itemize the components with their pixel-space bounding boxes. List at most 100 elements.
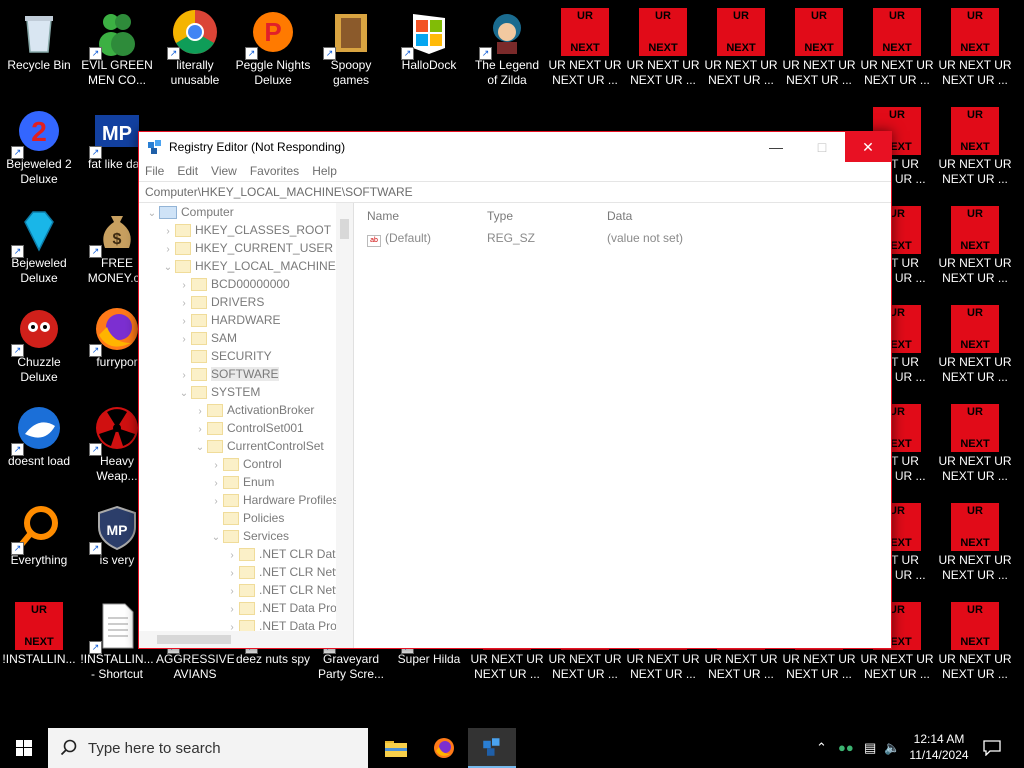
desktop-icon[interactable]: P ↗ Peggle Nights Deluxe: [234, 0, 312, 98]
desktop-icon[interactable]: 2 ↗ Bejeweled 2 Deluxe: [0, 99, 78, 197]
tree-node[interactable]: ⌄ CurrentControlSet: [193, 439, 324, 457]
tree-node[interactable]: SECURITY: [177, 349, 272, 367]
chevron-down-icon[interactable]: ⌄: [193, 442, 207, 453]
title-bar[interactable]: Registry Editor (Not Responding) — □ ✕: [139, 132, 891, 162]
tree-node[interactable]: › .NET Data Prov: [225, 601, 343, 619]
column-header-name[interactable]: Name: [367, 209, 399, 223]
tree-vertical-scrollbar[interactable]: [336, 203, 353, 631]
desktop-icon[interactable]: Recycle Bin: [0, 0, 78, 98]
tree-node[interactable]: › HARDWARE: [177, 313, 281, 331]
chevron-right-icon[interactable]: ›: [177, 316, 191, 327]
desktop-icon[interactable]: ↗ doesnt load: [0, 396, 78, 494]
scrollbar-thumb[interactable]: [157, 635, 231, 644]
close-button[interactable]: ✕: [845, 132, 891, 162]
desktop-icon[interactable]: UR NEXT UR NEXT UR NEXT UR ...: [624, 0, 702, 98]
minimize-button[interactable]: —: [753, 132, 799, 162]
tree-node[interactable]: › SAM: [177, 331, 237, 349]
tree-node[interactable]: › .NET CLR Netw: [225, 565, 344, 583]
chevron-right-icon[interactable]: ›: [177, 334, 191, 345]
tree-node[interactable]: › ControlSet001: [193, 421, 304, 439]
desktop-icon[interactable]: ↗ The Legend of Zilda: [468, 0, 546, 98]
desktop-icon[interactable]: UR NEXT UR NEXT UR NEXT UR ...: [936, 594, 1014, 692]
column-header-data[interactable]: Data: [607, 209, 632, 223]
tree-node[interactable]: › HKEY_CLASSES_ROOT: [161, 223, 331, 241]
tree-node[interactable]: › SOFTWARE: [177, 367, 279, 385]
tree-node[interactable]: ⌄ Computer: [145, 205, 234, 223]
desktop-icon[interactable]: ↗ literally unusable: [156, 0, 234, 98]
scrollbar-thumb[interactable]: [340, 219, 349, 239]
menu-item-help[interactable]: Help: [312, 162, 337, 181]
tree-node[interactable]: › .NET CLR Data: [225, 547, 342, 565]
desktop-icon[interactable]: UR NEXT UR NEXT UR NEXT UR ...: [702, 0, 780, 98]
desktop-icon[interactable]: UR NEXT UR NEXT UR NEXT UR ...: [858, 0, 936, 98]
menu-item-view[interactable]: View: [211, 162, 237, 181]
desktop-icon[interactable]: ↗ EVIL GREEN MEN CO...: [78, 0, 156, 98]
network-icon[interactable]: ▤: [864, 740, 876, 756]
tree-node[interactable]: › BCD00000000: [177, 277, 290, 295]
tree-node[interactable]: › Hardware Profiles: [209, 493, 338, 511]
chevron-right-icon[interactable]: ›: [161, 244, 175, 255]
file-explorer-taskbar-button[interactable]: [372, 728, 420, 768]
desktop-icon[interactable]: ↗ Chuzzle Deluxe: [0, 297, 78, 395]
notification-icon[interactable]: [983, 740, 1001, 756]
firefox-taskbar-button[interactable]: [420, 728, 468, 768]
tree-node[interactable]: › .NET CLR Netw: [225, 583, 344, 601]
chevron-down-icon[interactable]: ⌄: [145, 208, 159, 219]
menu-item-file[interactable]: File: [145, 162, 164, 181]
chevron-right-icon[interactable]: ›: [177, 370, 191, 381]
chevron-right-icon[interactable]: ›: [193, 424, 207, 435]
chevron-up-icon[interactable]: ⌃: [816, 740, 827, 756]
tree-node[interactable]: › ActivationBroker: [193, 403, 314, 421]
chevron-right-icon[interactable]: ›: [161, 226, 175, 237]
tree-node[interactable]: ⌄ Services: [209, 529, 289, 547]
registry-editor-taskbar-button[interactable]: [468, 728, 516, 768]
chevron-right-icon[interactable]: ›: [225, 604, 239, 615]
desktop-icon[interactable]: ↗ Spoopy games: [312, 0, 390, 98]
desktop-icon[interactable]: UR NEXT UR NEXT UR NEXT UR ...: [936, 0, 1014, 98]
taskbar-search-box[interactable]: Type here to search: [48, 728, 368, 768]
chevron-down-icon[interactable]: ⌄: [161, 262, 175, 273]
chevron-right-icon[interactable]: ›: [225, 586, 239, 597]
tree-node[interactable]: › Control: [209, 457, 282, 475]
desktop-icon[interactable]: UR NEXT UR NEXT UR NEXT UR ...: [780, 0, 858, 98]
start-button[interactable]: [0, 728, 48, 768]
desktop-icon[interactable]: ↗ Everything: [0, 495, 78, 593]
desktop-icon[interactable]: UR NEXT UR NEXT UR NEXT UR ...: [936, 495, 1014, 593]
menu-item-edit[interactable]: Edit: [177, 162, 198, 181]
system-clock[interactable]: 12:14 AM 11/14/2024: [904, 731, 974, 763]
chevron-right-icon[interactable]: ›: [177, 280, 191, 291]
tree-node[interactable]: › DRIVERS: [177, 295, 264, 313]
key-tree-pane[interactable]: › .NET Data Prov › .NET Data Prov › .NET CLR …: [139, 203, 354, 648]
chevron-right-icon[interactable]: ›: [209, 478, 223, 489]
tree-node[interactable]: › HKEY_CURRENT_USER: [161, 241, 333, 259]
chevron-down-icon[interactable]: ⌄: [177, 388, 191, 399]
chevron-right-icon[interactable]: ›: [177, 298, 191, 309]
menu-item-favorites[interactable]: Favorites: [250, 162, 299, 181]
chevron-right-icon[interactable]: ›: [209, 460, 223, 471]
column-header-type[interactable]: Type: [487, 209, 513, 223]
maximize-button[interactable]: □: [799, 132, 845, 162]
tree-node[interactable]: Policies: [209, 511, 284, 529]
desktop-icon[interactable]: UR NEXT UR NEXT UR NEXT UR ...: [546, 0, 624, 98]
chevron-right-icon[interactable]: ›: [209, 496, 223, 507]
desktop-icon[interactable]: UR NEXT UR NEXT UR NEXT UR ...: [936, 297, 1014, 395]
desktop-icon[interactable]: UR NEXT UR NEXT UR NEXT UR ...: [936, 198, 1014, 296]
desktop-icon[interactable]: ↗ Bejeweled Deluxe: [0, 198, 78, 296]
people-icon[interactable]: ●●: [838, 740, 854, 755]
desktop-icon[interactable]: ↗ HalloDock: [390, 0, 468, 98]
chevron-right-icon[interactable]: ›: [225, 568, 239, 579]
tree-node[interactable]: › Enum: [209, 475, 274, 493]
chevron-right-icon[interactable]: ›: [225, 550, 239, 561]
chevron-down-icon[interactable]: ⌄: [209, 532, 223, 543]
registry-editor-window[interactable]: Registry Editor (Not Responding) — □ ✕ F…: [138, 131, 892, 649]
desktop-icon[interactable]: UR NEXT UR NEXT UR NEXT UR ...: [936, 396, 1014, 494]
value-name[interactable]: ab (Default): [367, 231, 431, 247]
tree-horizontal-scrollbar[interactable]: [139, 631, 353, 648]
chevron-right-icon[interactable]: ›: [193, 406, 207, 417]
address-bar[interactable]: Computer\HKEY_LOCAL_MACHINE\SOFTWARE: [139, 181, 891, 203]
values-pane[interactable]: Name Type Data ab (Default) REG_SZ (value…: [359, 203, 891, 648]
tree-node[interactable]: ⌄ SYSTEM: [177, 385, 260, 403]
tree-node[interactable]: ⌄ HKEY_LOCAL_MACHINE: [161, 259, 336, 277]
desktop-icon[interactable]: UR NEXT UR NEXT UR NEXT UR ...: [936, 99, 1014, 197]
volume-icon[interactable]: 🔈: [884, 740, 900, 756]
